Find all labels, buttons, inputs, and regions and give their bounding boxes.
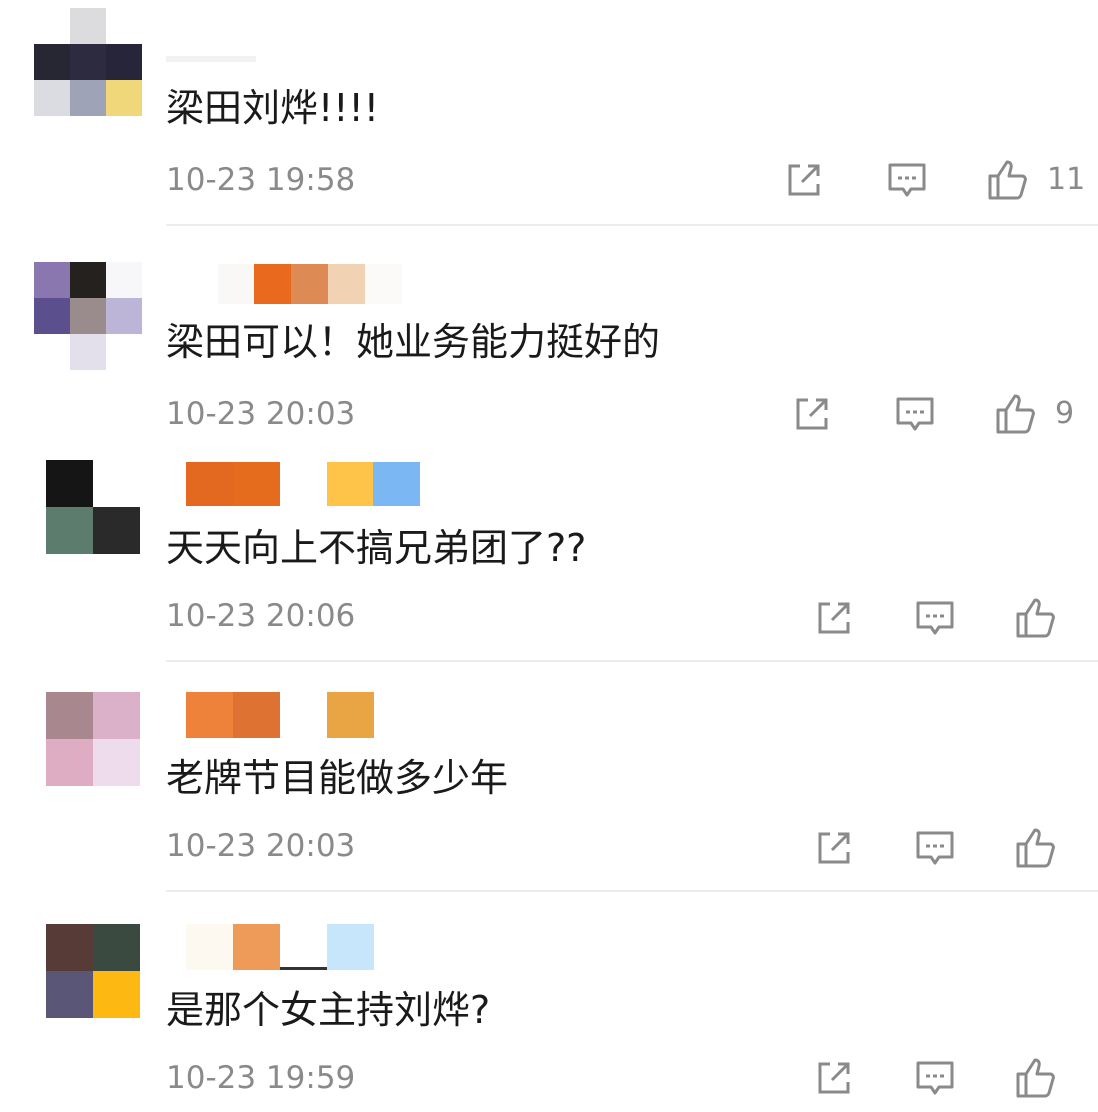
thumbs-up-icon [1016,828,1055,868]
avatar[interactable] [46,692,140,786]
comment-icon [896,397,934,431]
username-redacted[interactable] [186,462,420,506]
thumbs-up-icon [988,160,1027,200]
like-button[interactable] [1014,596,1058,640]
thumbs-up-icon [1016,598,1055,638]
avatar[interactable] [34,262,144,372]
username-redacted[interactable] [186,692,374,738]
share-icon [788,164,820,196]
comment-item: 天天向上不搞兄弟团了?? 10-23 20:06 [0,452,1098,662]
comment-text: 梁田刘烨!!!! [166,86,379,130]
share-icon [796,398,828,430]
comment-text: 老牌节目能做多少年 [166,756,509,800]
share-button[interactable] [792,394,832,438]
avatar[interactable] [34,8,144,116]
thumbs-up-icon [996,394,1035,434]
like-count: 9 [1055,396,1075,431]
comment-icon [916,601,954,635]
comment-time: 10-23 20:03 [166,828,356,864]
username-redacted[interactable] [186,924,374,970]
username-redacted[interactable] [218,264,402,304]
comment-icon [916,831,954,865]
comment-time: 10-23 20:06 [166,598,356,634]
like-count: 11 [1047,162,1086,197]
share-icon [818,1062,850,1094]
reply-button[interactable] [886,160,928,204]
reply-button[interactable] [894,394,936,438]
comment-item: 梁田可以！她业务能力挺好的 10-23 20:03 9 [0,226,1098,452]
comment-text: 梁田可以！她业务能力挺好的 [166,320,661,364]
reply-button[interactable] [914,1058,956,1102]
comment-item: 是那个女主持刘烨? 10-23 19:59 [0,892,1098,1112]
reply-button[interactable] [914,598,956,642]
thumbs-up-icon [1016,1058,1055,1098]
like-button[interactable] [986,158,1030,202]
share-button[interactable] [814,598,854,642]
avatar[interactable] [46,924,140,1018]
avatar[interactable] [46,460,140,554]
comment-time: 10-23 20:03 [166,396,356,432]
comment-icon [888,163,926,197]
share-button[interactable] [814,828,854,872]
comment-time: 10-23 19:59 [166,1060,356,1096]
share-icon [818,832,850,864]
like-button[interactable] [1014,1056,1058,1100]
share-icon [818,602,850,634]
comment-item: 梁田刘烨!!!! 10-23 19:58 11 [0,0,1098,226]
comment-text: 是那个女主持刘烨? [166,988,491,1032]
comment-icon [916,1061,954,1095]
username-redacted[interactable] [166,42,256,82]
like-button[interactable] [1014,826,1058,870]
share-button[interactable] [814,1058,854,1102]
like-button[interactable] [994,392,1038,436]
comment-text: 天天向上不搞兄弟团了?? [166,526,587,570]
share-button[interactable] [784,160,824,204]
comment-time: 10-23 19:58 [166,162,356,198]
reply-button[interactable] [914,828,956,872]
comment-item: 老牌节目能做多少年 10-23 20:03 [0,662,1098,892]
